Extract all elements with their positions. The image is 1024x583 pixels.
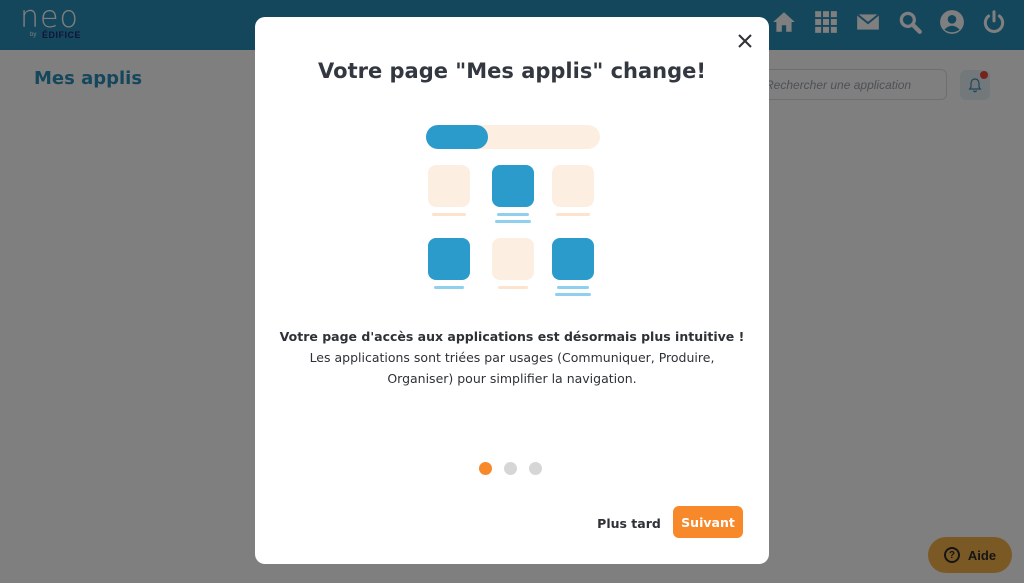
illustration-tile-line [556,213,590,216]
illustration-tile-line [432,213,466,216]
modal-title: Votre page "Mes applis" change! [318,59,706,83]
close-button[interactable] [735,31,755,51]
step-indicator [479,462,542,475]
illustration-tile [428,165,470,207]
illustration-tile-line [497,213,529,216]
onboarding-modal: Votre page "Mes applis" change! Votre pa… [255,17,769,564]
close-icon [738,34,752,48]
illustration-tile-line [498,286,528,289]
modal-description: Votre page d'accès aux applications est … [275,326,749,389]
apps-grid-illustration [420,123,606,313]
illustration-tile-line [434,286,464,289]
later-button[interactable]: Plus tard [593,511,665,535]
illustration-tile [552,165,594,207]
modal-heading: Votre page d'accès aux applications est … [279,329,745,344]
modal-body: Les applications sont triées par usages … [309,350,715,386]
illustration-tile [492,165,534,207]
illustration-tile-line [555,293,591,296]
illustration-search-bar [426,125,600,149]
illustration-search-bar-fill [426,125,488,149]
illustration-tile-line [495,220,531,223]
step-dot-3[interactable] [529,462,542,475]
step-dot-1[interactable] [479,462,492,475]
step-dot-2[interactable] [504,462,517,475]
next-button[interactable]: Suivant [673,506,743,538]
illustration-tile [492,238,534,280]
illustration-tile [428,238,470,280]
illustration-tile [552,238,594,280]
illustration-tile-line [557,286,589,289]
